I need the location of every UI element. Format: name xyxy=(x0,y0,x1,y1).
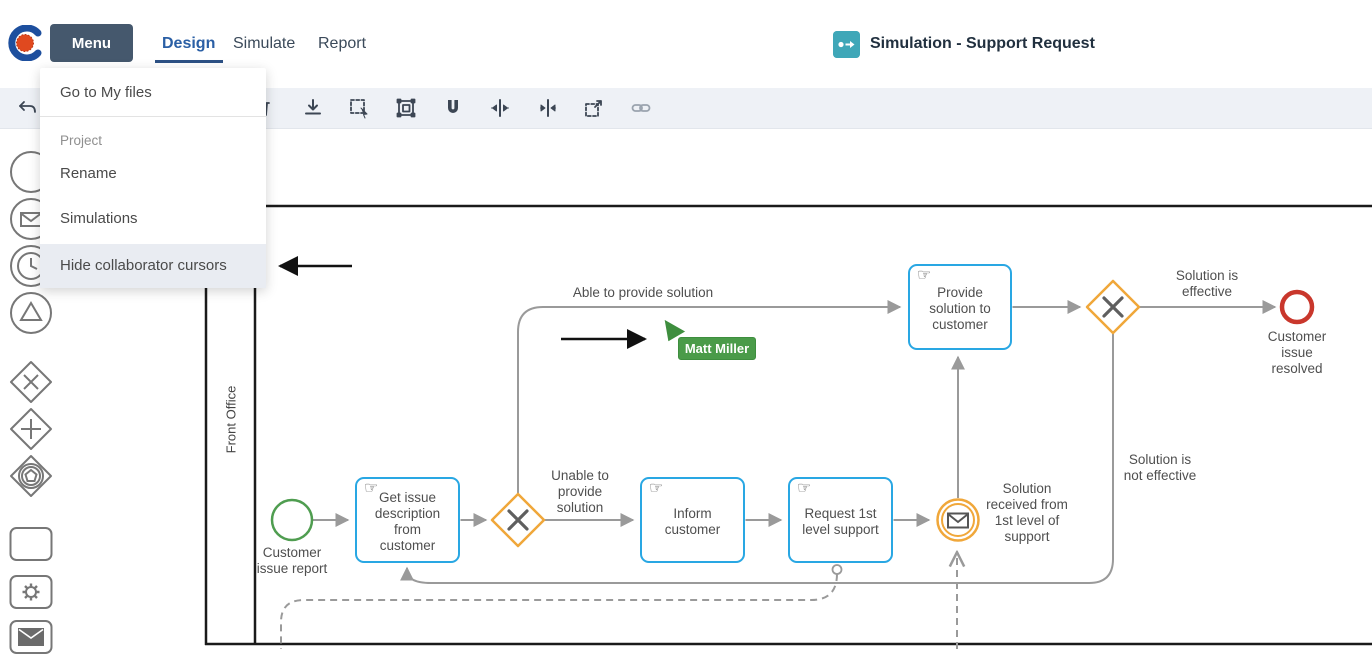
manual-task-icon: ☞ xyxy=(649,481,663,497)
menu-section-project: Project xyxy=(40,126,266,156)
menu-divider xyxy=(40,116,266,117)
task-request-1st-level-support[interactable]: ☞ Request 1st level support xyxy=(788,477,893,563)
label-customer-issue-resolved: Customer issue resolved xyxy=(1260,329,1335,377)
palette-service-task[interactable] xyxy=(9,570,53,614)
message-catch-event[interactable] xyxy=(938,500,979,541)
tab-design[interactable]: Design xyxy=(162,33,215,55)
undo-icon[interactable] xyxy=(16,96,40,120)
label-solution-not-effective: Solution is not effective xyxy=(1124,452,1197,484)
label-unable-to-provide: Unable to provide solution xyxy=(551,468,609,516)
palette-signal-event[interactable] xyxy=(9,291,53,335)
palette-task[interactable] xyxy=(9,522,53,566)
document-title: Simulation - Support Request xyxy=(870,35,1095,53)
fit-selection-icon[interactable] xyxy=(394,96,418,120)
menu-item-rename[interactable]: Rename xyxy=(40,159,266,189)
manual-task-icon: ☞ xyxy=(364,481,378,497)
label-solution-effective: Solution is effective xyxy=(1176,268,1238,300)
collaborator-name-badge: Matt Miller xyxy=(678,337,756,360)
exclusive-gateway-2[interactable] xyxy=(1087,281,1139,333)
lasso-select-icon[interactable] xyxy=(347,96,371,120)
message-flow-origin xyxy=(833,565,842,574)
label-solution-received: Solution received from 1st level of supp… xyxy=(986,481,1068,545)
manual-task-icon: ☞ xyxy=(917,268,931,284)
space-tool-in-icon[interactable] xyxy=(536,96,560,120)
label-customer-issue-report: Customer issue report xyxy=(257,545,328,577)
task-label: Get issue description from customer xyxy=(375,490,440,554)
cawemo-logo[interactable] xyxy=(8,25,44,61)
tab-report[interactable]: Report xyxy=(318,33,366,55)
add-frame-icon[interactable] xyxy=(582,96,606,120)
task-provide-solution[interactable]: ☞ Provide solution to customer xyxy=(908,264,1012,350)
manual-task-icon: ☞ xyxy=(797,481,811,497)
exclusive-gateway-1[interactable] xyxy=(492,494,544,546)
menu-dropdown: Go to My files Project Rename Simulation… xyxy=(40,68,266,288)
tab-simulate[interactable]: Simulate xyxy=(233,33,295,55)
download-icon[interactable] xyxy=(301,96,325,120)
lane-label-front-office: Front Office xyxy=(224,375,239,465)
menu-item-simulations[interactable]: Simulations xyxy=(40,204,266,234)
palette-exclusive-gateway[interactable] xyxy=(9,360,53,404)
document-title-bar: Simulation - Support Request xyxy=(833,30,1095,58)
palette-send-task[interactable] xyxy=(9,615,53,659)
task-get-issue-description[interactable]: ☞ Get issue description from customer xyxy=(355,477,460,563)
link-icon[interactable] xyxy=(629,96,653,120)
end-event-customer-issue-resolved[interactable] xyxy=(1282,292,1312,322)
palette-parallel-gateway[interactable] xyxy=(9,407,53,451)
start-event-customer-issue-report[interactable] xyxy=(272,500,312,540)
task-label: Request 1st level support xyxy=(802,506,879,538)
task-label: Provide solution to customer xyxy=(929,285,991,333)
active-tab-underline xyxy=(155,60,223,63)
menu-item-go-to-my-files[interactable]: Go to My files xyxy=(40,75,266,111)
space-tool-out-icon[interactable] xyxy=(488,96,512,120)
task-label: Inform customer xyxy=(665,506,721,538)
menu-item-hide-collaborator-cursors[interactable]: Hide collaborator cursors xyxy=(40,244,266,288)
process-type-icon xyxy=(833,31,860,58)
menu-button[interactable]: Menu xyxy=(50,24,133,62)
palette-event-based-gateway[interactable] xyxy=(9,454,53,498)
label-able-to-provide: Able to provide solution xyxy=(573,285,713,301)
task-inform-customer[interactable]: ☞ Inform customer xyxy=(640,477,745,563)
message-flows[interactable] xyxy=(281,554,957,649)
snap-magnet-icon[interactable] xyxy=(441,96,465,120)
